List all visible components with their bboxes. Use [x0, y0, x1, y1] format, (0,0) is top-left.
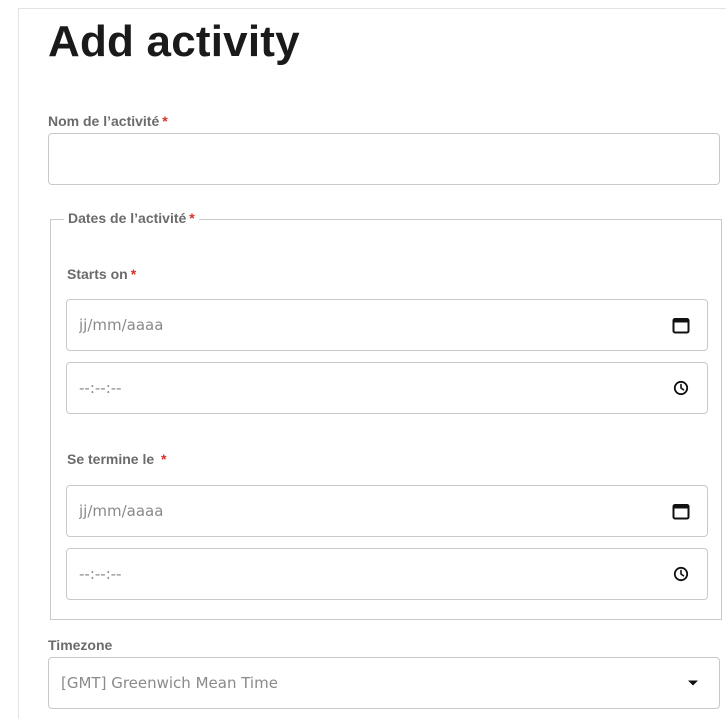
calendar-icon[interactable]: [671, 315, 691, 335]
required-indicator: *: [189, 210, 195, 226]
clock-icon[interactable]: [671, 378, 691, 398]
required-indicator: *: [130, 266, 137, 282]
ends-on-time-input[interactable]: --:--:--: [66, 548, 708, 600]
timezone-select[interactable]: [GMT] Greenwich Mean Time: [48, 657, 720, 709]
starts-on-label: Starts on *: [67, 266, 137, 282]
page-title: Add activity: [48, 17, 300, 66]
caret-down-icon[interactable]: [683, 673, 703, 693]
calendar-icon[interactable]: [671, 501, 691, 521]
timezone-label: Timezone: [48, 637, 113, 653]
ends-on-label: Se termine le *: [67, 451, 167, 467]
required-indicator: *: [161, 451, 167, 467]
starts-on-date-input[interactable]: jj/mm/aaaa: [66, 299, 708, 351]
activity-name-label: Nom de l’activité *: [48, 113, 168, 129]
starts-on-time-input[interactable]: --:--:--: [66, 362, 708, 414]
ends-on-date-input[interactable]: jj/mm/aaaa: [66, 485, 708, 537]
clock-icon[interactable]: [671, 564, 691, 584]
activity-dates-legend: Dates de l’activité *: [64, 210, 199, 226]
required-indicator: *: [162, 113, 168, 129]
activity-name-input[interactable]: [48, 133, 720, 185]
